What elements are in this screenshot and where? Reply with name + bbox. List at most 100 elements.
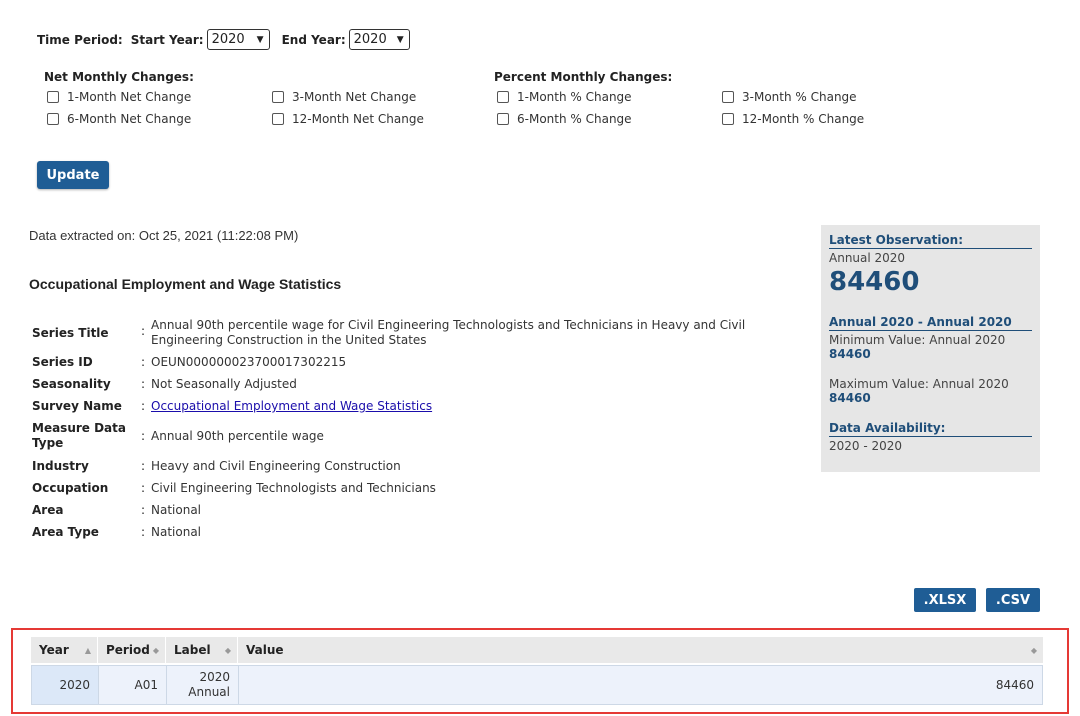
meta-value: Heavy and Civil Engineering Construction (151, 459, 401, 473)
sort-icon[interactable]: ▲ (85, 646, 91, 655)
checkbox-icon[interactable] (47, 91, 59, 103)
time-period-row: Time Period: Start Year: 2020 ▼ End Year… (37, 29, 410, 50)
checkbox-label: 1-Month Net Change (67, 90, 192, 104)
data-table-highlight: Year ▲ Period ◆ Label ◆ Value ◆ 2020 A01… (11, 628, 1069, 714)
table-header: Year ▲ Period ◆ Label ◆ Value ◆ (31, 637, 1043, 663)
checkbox-label: 1-Month % Change (517, 90, 632, 104)
column-header-year[interactable]: Year ▲ (31, 637, 98, 663)
data-availability-value: 2020 - 2020 (829, 439, 903, 453)
sort-icon[interactable]: ◆ (153, 646, 159, 655)
survey-link[interactable]: Occupational Employment and Wage Statist… (151, 399, 432, 413)
survey-heading: Occupational Employment and Wage Statist… (29, 276, 342, 292)
chevron-down-icon: ▼ (396, 34, 404, 45)
time-period-label: Time Period: (37, 32, 123, 47)
meta-colon: : (141, 481, 146, 495)
meta-value: Not Seasonally Adjusted (151, 377, 297, 391)
meta-key: Survey Name (32, 399, 122, 413)
latest-observation-period: Annual 2020 (829, 251, 906, 265)
end-year-select[interactable]: 2020 ▼ (348, 29, 410, 50)
checkbox-3-month-pct[interactable]: 3-Month % Change (722, 90, 857, 104)
update-button[interactable]: Update (37, 161, 109, 189)
start-year-label: Start Year: (130, 32, 204, 47)
cell-label-line1: 2020 (199, 670, 230, 684)
column-header-label[interactable]: Label ◆ (166, 637, 238, 663)
meta-colon: : (141, 324, 146, 338)
meta-key: Series ID (32, 355, 93, 369)
meta-colon: : (141, 459, 146, 473)
summary-panel: Latest Observation: Annual 2020 84460 An… (821, 225, 1040, 472)
cell-value: 84460 (995, 678, 1034, 692)
min-value-label: Minimum Value: Annual 2020 (829, 333, 1006, 347)
latest-observation-title: Latest Observation: (829, 233, 1032, 249)
end-year-value: 2020 (353, 32, 387, 47)
header-label: Value (246, 643, 284, 657)
meta-value: Civil Engineering Technologists and Tech… (151, 481, 436, 495)
range-title: Annual 2020 - Annual 2020 (829, 315, 1032, 331)
meta-value: Occupational Employment and Wage Statist… (151, 399, 432, 413)
extraction-timestamp: Data extracted on: Oct 25, 2021 (11:22:0… (29, 228, 299, 243)
meta-key: Area (32, 503, 64, 517)
min-value: 84460 (829, 347, 871, 361)
net-changes-title: Net Monthly Changes: (44, 70, 194, 84)
meta-key: Industry (32, 459, 89, 473)
meta-key: Seasonality (32, 377, 111, 391)
meta-value: Annual 90th percentile wage for Civil En… (151, 318, 746, 347)
checkbox-1-month-net[interactable]: 1-Month Net Change (47, 90, 191, 104)
end-year-label: End Year: (281, 32, 346, 47)
checkbox-icon[interactable] (47, 113, 59, 125)
meta-value: National (151, 503, 202, 517)
meta-colon: : (141, 503, 146, 517)
sort-icon[interactable]: ◆ (225, 646, 231, 655)
table-row: 2020 A01 2020 Annual 84460 (31, 665, 1043, 705)
sort-icon[interactable]: ◆ (1031, 646, 1037, 655)
checkbox-label: 6-Month Net Change (67, 112, 192, 126)
meta-colon: : (141, 377, 146, 391)
column-header-value[interactable]: Value ◆ (238, 637, 1043, 663)
column-header-period[interactable]: Period ◆ (98, 637, 166, 663)
cell-label: 2020 Annual (167, 666, 239, 704)
checkbox-3-month-net[interactable]: 3-Month Net Change (272, 90, 416, 104)
percent-changes-title: Percent Monthly Changes: (494, 70, 673, 84)
download-xlsx-button[interactable]: .XLSX (914, 588, 976, 612)
download-csv-button[interactable]: .CSV (986, 588, 1040, 612)
latest-observation-value: 84460 (829, 267, 920, 297)
checkbox-icon[interactable] (497, 91, 509, 103)
meta-value: National (151, 525, 202, 539)
checkbox-icon[interactable] (272, 113, 284, 125)
header-label: Label (174, 643, 211, 657)
meta-colon: : (141, 355, 146, 369)
cell-year: 2020 (32, 666, 99, 704)
meta-colon: : (141, 399, 146, 413)
checkbox-label: 12-Month Net Change (292, 112, 424, 126)
checkbox-icon[interactable] (722, 91, 734, 103)
checkbox-label: 3-Month Net Change (292, 90, 417, 104)
checkbox-1-month-pct[interactable]: 1-Month % Change (497, 90, 632, 104)
checkbox-icon[interactable] (722, 113, 734, 125)
meta-key: Area Type (32, 525, 99, 539)
meta-colon: : (141, 525, 146, 539)
checkbox-6-month-net[interactable]: 6-Month Net Change (47, 112, 191, 126)
meta-key: Measure Data Type (32, 421, 126, 450)
checkbox-6-month-pct[interactable]: 6-Month % Change (497, 112, 632, 126)
meta-value: Annual 90th percentile wage (151, 429, 324, 443)
cell-label-line2: Annual (188, 685, 230, 699)
max-value-label: Maximum Value: Annual 2020 (829, 377, 1009, 391)
chevron-down-icon: ▼ (256, 34, 264, 45)
meta-key: Occupation (32, 481, 109, 495)
checkbox-label: 6-Month % Change (517, 112, 632, 126)
meta-value: OEUN000000023700017302215 (151, 355, 347, 369)
checkbox-icon[interactable] (272, 91, 284, 103)
data-availability-title: Data Availability: (829, 421, 1032, 437)
checkbox-label: 3-Month % Change (742, 90, 857, 104)
checkbox-12-month-net[interactable]: 12-Month Net Change (272, 112, 424, 126)
max-value: 84460 (829, 391, 871, 405)
checkbox-12-month-pct[interactable]: 12-Month % Change (722, 112, 864, 126)
header-label: Year (39, 643, 69, 657)
header-label: Period (106, 643, 150, 657)
checkbox-icon[interactable] (497, 113, 509, 125)
checkbox-label: 12-Month % Change (742, 112, 865, 126)
start-year-value: 2020 (211, 32, 245, 47)
meta-key: Series Title (32, 326, 109, 340)
cell-period: A01 (99, 666, 167, 704)
start-year-select[interactable]: 2020 ▼ (206, 29, 270, 50)
